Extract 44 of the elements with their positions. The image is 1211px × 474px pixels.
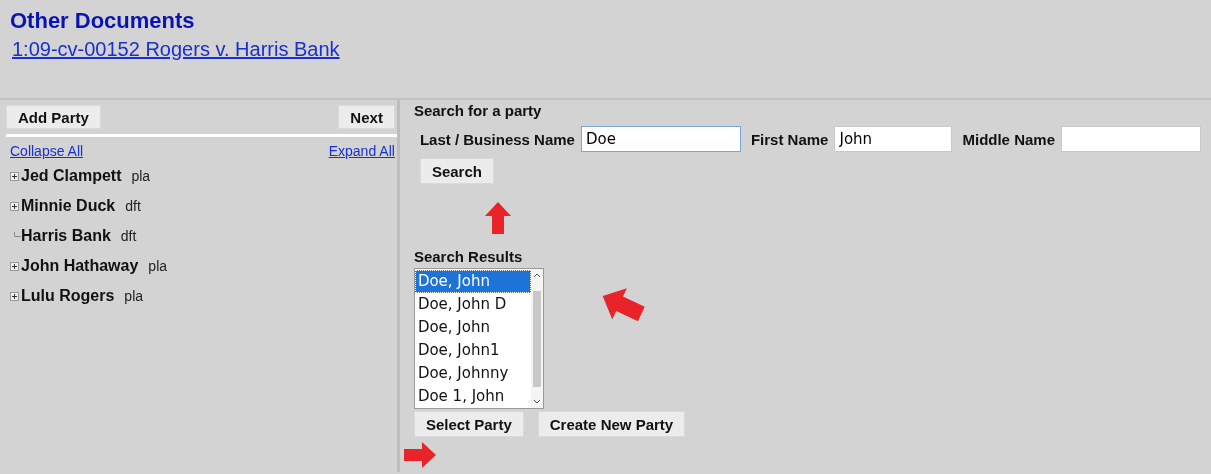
create-party-button[interactable]: Create New Party	[537, 411, 686, 437]
name-field[interactable]: Doe	[580, 126, 741, 152]
party-role: dft	[120, 228, 137, 244]
name-field[interactable]: John	[834, 126, 953, 152]
expand-icon[interactable]	[10, 261, 19, 271]
scroll-thumb[interactable]	[532, 290, 541, 387]
select-party-button[interactable]: Select Party	[413, 411, 524, 437]
section-heading: Search Results	[413, 248, 524, 265]
field-label: Middle Name	[962, 130, 1055, 148]
expand-all-link[interactable]: Expand All	[328, 143, 395, 159]
party-name[interactable]: Jed Clampett	[21, 167, 122, 185]
expand-icon[interactable]	[10, 171, 19, 181]
party-name[interactable]: Minnie Duck	[21, 197, 116, 215]
scroll-down-icon[interactable]	[532, 399, 541, 405]
name-field[interactable]	[1061, 126, 1201, 152]
arrow-icon	[483, 200, 513, 236]
result-item[interactable]: Doe 1, John	[414, 385, 531, 408]
party-name[interactable]: Lulu Rogers	[21, 287, 115, 305]
scrollbar[interactable]	[530, 269, 543, 408]
expand-icon[interactable]	[10, 291, 19, 301]
party-role: pla	[131, 168, 151, 184]
result-item[interactable]: Doe, John	[414, 316, 531, 339]
next-button[interactable]: Next	[338, 105, 395, 129]
result-item[interactable]: Doe, John1	[414, 339, 531, 362]
party-name[interactable]: John Hathaway	[21, 257, 139, 275]
results-listbox[interactable]: Doe, John Doe, John D Doe, John Doe, John1 Doe, Johnny Doe 1, John	[413, 268, 544, 409]
field-label: First Name	[750, 130, 829, 148]
result-item[interactable]: Doe, Johnny	[414, 362, 531, 385]
page-title: Other Documents	[10, 8, 196, 34]
section-heading: Search for a party	[413, 102, 543, 119]
arrow-icon	[402, 440, 438, 470]
expand-icon[interactable]	[10, 201, 19, 211]
case-link[interactable]: 1:09-cv-00152 Rogers v. Harris Bank	[12, 38, 340, 61]
party-name[interactable]: Harris Bank	[21, 227, 111, 245]
add-party-button[interactable]: Add Party	[6, 105, 101, 129]
party-role: dft	[125, 198, 141, 214]
party-role: pla	[124, 288, 144, 304]
result-item[interactable]: Doe, John	[414, 270, 531, 293]
result-item[interactable]: Doe, John D	[414, 293, 531, 316]
field-label: Last / Business Name	[419, 130, 575, 148]
search-button[interactable]: Search	[419, 158, 494, 184]
party-role: pla	[148, 258, 168, 274]
collapse-all-link[interactable]: Collapse All	[10, 143, 84, 159]
scroll-up-icon[interactable]	[532, 272, 541, 278]
